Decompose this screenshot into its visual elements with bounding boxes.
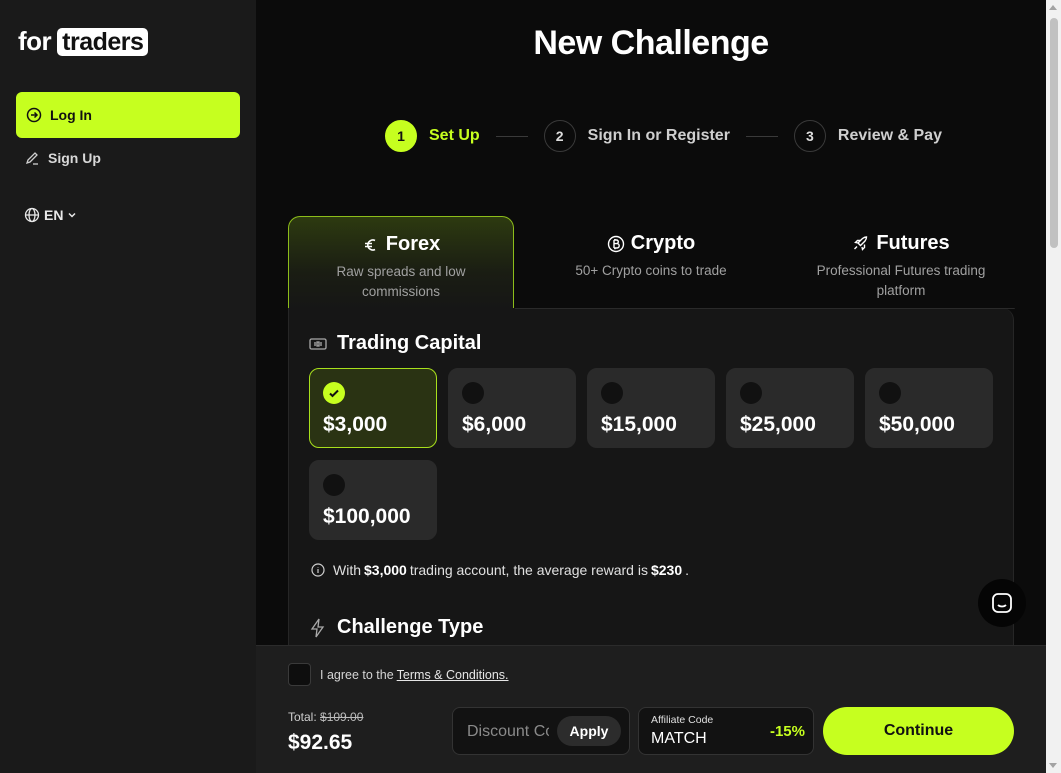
login-button[interactable]: Log In (16, 92, 240, 138)
tab-title: Crypto (630, 232, 696, 254)
scroll-down-arrow[interactable] (1049, 763, 1057, 768)
capital-value: $3,000 (323, 413, 388, 436)
language-selector[interactable]: EN (24, 207, 77, 223)
discount-code-field: Apply (452, 707, 630, 755)
challenge-type-heading: Challenge Type (309, 616, 483, 639)
step-divider (745, 135, 778, 137)
step-label: Set Up (429, 127, 480, 144)
capital-option-50000[interactable]: $50,000 (865, 368, 993, 448)
discount-code-input[interactable] (467, 721, 549, 743)
stepper: 1 Set Up 2 Sign In or Register 3 Review … (385, 120, 942, 152)
affiliate-label: Affiliate Code (651, 714, 714, 726)
checkout-bar: I agree to the Terms & Conditions. Total… (256, 645, 1046, 773)
radio-unchecked (879, 382, 901, 404)
capital-value: $100,000 (323, 505, 411, 528)
info-reward: $230 (650, 562, 683, 578)
terms-link[interactable]: Terms & Conditions. (397, 668, 509, 682)
step-review-pay: 3 Review & Pay (793, 120, 942, 152)
affiliate-code-box[interactable]: Affiliate Code MATCH -15% (638, 707, 814, 755)
capital-value: $25,000 (740, 413, 816, 436)
sidebar: for traders Log In Sign Up EN (0, 0, 256, 773)
info-suffix: . (685, 562, 690, 578)
affiliate-discount: -15% (769, 723, 805, 740)
tab-futures[interactable]: Futures Professional Futures trading pla… (788, 216, 1014, 310)
total-price: $92.65 (288, 731, 353, 754)
signup-label: Sign Up (48, 150, 101, 166)
step-setup: 1 Set Up (385, 120, 480, 152)
capital-value: $6,000 (462, 413, 527, 436)
logo-traders: traders (57, 27, 149, 56)
tab-description: Professional Futures trading platform (816, 263, 986, 298)
market-tabs: Forex Raw spreads and low commissions Cr… (288, 216, 1014, 310)
radio-unchecked (601, 382, 623, 404)
step-label: Sign In or Register (587, 127, 730, 144)
capital-value: $50,000 (879, 413, 955, 436)
radio-checked (323, 382, 345, 404)
tab-title: Futures (876, 232, 950, 254)
reward-info: With $3,000 trading account, the average… (311, 562, 689, 578)
logo[interactable]: for traders (18, 26, 149, 57)
chat-widget-button[interactable] (978, 579, 1026, 627)
affiliate-code: MATCH (651, 730, 707, 747)
globe-icon (24, 207, 40, 223)
step-label: Review & Pay (837, 127, 942, 144)
tab-description: Raw spreads and low commissions (336, 264, 466, 299)
step-divider (495, 135, 528, 137)
info-prefix: With (333, 562, 361, 578)
step-number: 1 (385, 120, 417, 152)
continue-button[interactable]: Continue (823, 707, 1014, 755)
scroll-thumb[interactable] (1050, 18, 1058, 248)
terms-agreement: I agree to the Terms & Conditions. (288, 663, 509, 686)
section-title: Trading Capital (337, 332, 482, 354)
apply-button[interactable]: Apply (557, 716, 621, 746)
scroll-up-arrow[interactable] (1049, 5, 1057, 10)
language-label: EN (44, 207, 64, 223)
challenge-panel: Trading Capital $3,000 $6,000 $15,000 $2… (288, 308, 1015, 668)
tab-crypto[interactable]: Crypto 50+ Crypto coins to trade (538, 216, 764, 310)
info-middle: trading account, the average reward is (409, 562, 648, 578)
terms-checkbox[interactable] (288, 663, 311, 686)
lightning-icon (310, 618, 325, 637)
agree-text: I agree to the (320, 667, 394, 682)
original-price: $109.00 (320, 710, 364, 724)
info-amount: $3,000 (364, 562, 407, 578)
capital-option-6000[interactable]: $6,000 (448, 368, 576, 448)
step-number: 3 (793, 120, 826, 152)
capital-value: $15,000 (601, 413, 677, 436)
total-label-text: Total: (288, 710, 317, 724)
trading-capital-heading: Trading Capital (309, 332, 481, 355)
tab-description: 50+ Crypto coins to trade (575, 263, 727, 278)
chevron-down-icon (68, 212, 76, 218)
chat-icon (992, 593, 1012, 613)
rocket-icon (854, 235, 868, 251)
step-signin: 2 Sign In or Register (543, 120, 730, 152)
pencil-icon (25, 152, 38, 165)
check-icon (329, 389, 339, 398)
info-icon (311, 563, 325, 577)
radio-unchecked (740, 382, 762, 404)
capital-option-25000[interactable]: $25,000 (726, 368, 854, 448)
signup-button[interactable]: Sign Up (24, 150, 101, 166)
scrollbar[interactable] (1046, 0, 1061, 773)
login-label: Log In (50, 107, 92, 123)
bitcoin-icon (607, 235, 624, 252)
euro-icon (364, 238, 376, 251)
tab-forex[interactable]: Forex Raw spreads and low commissions (288, 216, 514, 310)
step-number: 2 (543, 120, 576, 152)
radio-unchecked (462, 382, 484, 404)
capital-option-100000[interactable]: $100,000 (309, 460, 437, 540)
tab-title: Forex (385, 233, 441, 255)
page-title: New Challenge (533, 24, 769, 62)
capital-option-3000[interactable]: $3,000 (309, 368, 437, 448)
capital-option-15000[interactable]: $15,000 (587, 368, 715, 448)
login-icon (26, 107, 42, 123)
radio-unchecked (323, 474, 345, 496)
total-label: Total: $109.00 (288, 710, 363, 724)
money-icon (309, 337, 327, 350)
section-title: Challenge Type (337, 616, 484, 638)
logo-for: for (18, 26, 52, 56)
panel-border (515, 308, 1015, 309)
